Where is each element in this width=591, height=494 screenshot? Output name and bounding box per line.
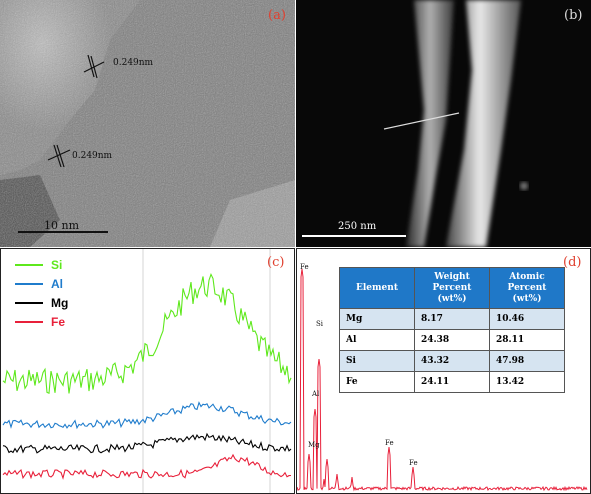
al-trace [2, 401, 292, 430]
cell-weight: 8.17 [414, 308, 490, 330]
legend-swatch-mg [15, 301, 43, 304]
panel-label-b: (b) [564, 8, 583, 23]
peak-label-si: Si [316, 320, 324, 328]
legend-label-fe: Fe [51, 314, 66, 329]
line-scan-legend: Si Al Mg Fe [15, 255, 68, 331]
cell-element: Fe [339, 371, 415, 393]
table-row: Si 43.32 47.98 [339, 350, 565, 372]
cell-element: Mg [339, 308, 415, 330]
peak-label-mg: Mg [308, 441, 320, 449]
legend-label-si: Si [51, 257, 63, 272]
table-row: Al 24.38 28.11 [339, 329, 565, 351]
cell-element: Al [339, 329, 415, 351]
lattice-spacing-label-1: 0.249nm [113, 58, 154, 68]
cell-atomic: 13.42 [489, 371, 565, 393]
cell-atomic: 47.98 [489, 350, 565, 372]
legend-swatch-al [15, 282, 43, 285]
lattice-markers [18, 54, 108, 233]
header-element: Element [339, 267, 415, 309]
peak-label-fe-ka: Fe [385, 439, 394, 447]
cell-weight: 24.38 [414, 329, 490, 351]
legend-label-al: Al [51, 276, 63, 291]
table-header-row: Element Weight Percent (wt%) Atomic Perc… [339, 267, 565, 309]
legend-mg: Mg [15, 293, 68, 312]
cell-atomic: 28.11 [489, 329, 565, 351]
legend-swatch-fe [15, 320, 43, 323]
legend-label-mg: Mg [51, 295, 69, 310]
panel-d-edx-spectrum: Fe Si Al Mg Fe Fe Element Weight Percent… [296, 248, 591, 494]
scale-bar-label-b: 250 nm [338, 221, 377, 232]
nanowire-image [296, 0, 591, 247]
panel-label-d: (d) [563, 255, 582, 270]
header-atomic-percent: Atomic Percent (wt%) [489, 267, 565, 309]
composition-table: Element Weight Percent (wt%) Atomic Perc… [339, 267, 565, 393]
panel-b-sem-image: (b) 250 nm [296, 0, 591, 247]
table-row: Mg 8.17 10.46 [339, 308, 565, 330]
peak-label-al: Al [312, 390, 320, 398]
panel-label-a: (a) [268, 8, 286, 23]
legend-si: Si [15, 255, 68, 274]
mg-trace [2, 432, 292, 454]
peak-label-fe-kb: Fe [409, 459, 418, 467]
cell-weight: 43.32 [414, 350, 490, 372]
header-weight-percent: Weight Percent (wt%) [414, 267, 490, 309]
legend-swatch-si [15, 263, 43, 266]
legend-al: Al [15, 274, 68, 293]
cell-atomic: 10.46 [489, 308, 565, 330]
panel-label-c: (c) [267, 255, 285, 270]
scale-bar-label-a: 10 nm [44, 219, 80, 232]
fe-trace [2, 453, 292, 480]
legend-fe: Fe [15, 312, 68, 331]
lattice-spacing-label-2: 0.249nm [72, 151, 113, 161]
panel-c-line-scan: Si Al Mg Fe (c) [0, 248, 295, 494]
panel-a-hrtem-image: (a) 0.249nm 0.249nm 10 nm [0, 0, 295, 247]
peak-label-fe-l: Fe [300, 263, 309, 271]
table-row: Fe 24.11 13.42 [339, 371, 565, 393]
cell-weight: 24.11 [414, 371, 490, 393]
cell-element: Si [339, 350, 415, 372]
